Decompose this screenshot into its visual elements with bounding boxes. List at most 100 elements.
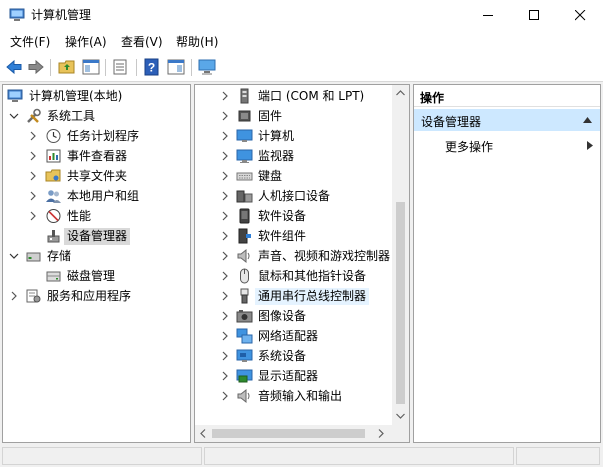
tree-storage[interactable]: 存储 bbox=[5, 246, 74, 266]
vertical-scroll-thumb[interactable] bbox=[396, 202, 405, 404]
scroll-up-arrow-icon[interactable] bbox=[396, 90, 405, 96]
monitor-scan-icon[interactable] bbox=[198, 58, 216, 76]
chevron-right-icon[interactable] bbox=[220, 151, 230, 161]
tree-services[interactable]: 服务和应用程序 bbox=[5, 286, 134, 306]
close-button[interactable] bbox=[557, 0, 603, 31]
chevron-right-icon[interactable] bbox=[28, 131, 38, 141]
chevron-down-icon[interactable] bbox=[9, 251, 19, 261]
tree-system-tools[interactable]: 系统工具 bbox=[5, 106, 98, 126]
toolbar-separator bbox=[50, 59, 51, 76]
tree-label: 事件查看器 bbox=[67, 148, 128, 163]
device-item-computer[interactable]: 计算机 bbox=[195, 126, 297, 146]
status-bar bbox=[0, 445, 603, 467]
tree-item-local-users[interactable]: 本地用户和组 bbox=[5, 186, 142, 206]
chevron-right-icon[interactable] bbox=[9, 291, 19, 301]
chevron-right-icon[interactable] bbox=[220, 231, 230, 241]
horizontal-scroll-thumb[interactable] bbox=[212, 429, 365, 438]
back-arrow-icon[interactable] bbox=[5, 58, 23, 76]
device-item-software-devices[interactable]: 软件设备 bbox=[195, 206, 309, 226]
device-item-network-adapters[interactable]: 网络适配器 bbox=[195, 326, 321, 346]
chevron-right-icon[interactable] bbox=[28, 191, 38, 201]
tree-item-disk-management[interactable]: 磁盘管理 bbox=[5, 266, 118, 286]
actions-section-label: 设备管理器 bbox=[421, 115, 482, 129]
device-item-keyboards[interactable]: 键盘 bbox=[195, 166, 285, 186]
vertical-scrollbar[interactable] bbox=[392, 85, 409, 425]
scroll-down-arrow-icon[interactable] bbox=[396, 413, 405, 419]
tree-label: 本地用户和组 bbox=[67, 188, 140, 203]
forward-arrow-icon[interactable] bbox=[27, 58, 45, 76]
chevron-right-icon[interactable] bbox=[220, 291, 230, 301]
menu-action[interactable]: 操作(A) bbox=[65, 35, 107, 50]
tree-root[interactable]: 计算机管理(本地) bbox=[5, 86, 125, 106]
show-hide-tree-icon[interactable] bbox=[82, 58, 100, 76]
chevron-down-icon[interactable] bbox=[9, 111, 19, 121]
tree-item-performance[interactable]: 性能 bbox=[5, 206, 94, 226]
chevron-right-icon[interactable] bbox=[28, 151, 38, 161]
help-icon[interactable]: ? bbox=[143, 58, 161, 76]
device-item-system-devices[interactable]: 系统设备 bbox=[195, 346, 309, 366]
device-list-pane[interactable]: 端口 (COM 和 LPT) 固件 计算机 监视器 键盘 人机接口设备 软件设备… bbox=[194, 84, 410, 443]
chevron-right-icon[interactable] bbox=[220, 271, 230, 281]
device-item-ports[interactable]: 端口 (COM 和 LPT) bbox=[195, 86, 367, 106]
chevron-right-icon[interactable] bbox=[220, 251, 230, 261]
chevron-right-icon[interactable] bbox=[220, 171, 230, 181]
maximize-icon bbox=[528, 10, 539, 20]
properties-icon[interactable] bbox=[111, 58, 129, 76]
network-adapter-icon bbox=[236, 328, 253, 344]
more-actions-item[interactable]: 更多操作 bbox=[445, 138, 493, 155]
more-actions-label: 更多操作 bbox=[445, 140, 494, 154]
submenu-arrow-icon[interactable] bbox=[587, 141, 593, 150]
chevron-right-icon[interactable] bbox=[220, 111, 230, 121]
device-item-display-adapters[interactable]: 显示适配器 bbox=[195, 366, 321, 386]
device-item-audio-io[interactable]: 音频输入和输出 bbox=[195, 386, 345, 406]
device-item-hid[interactable]: 人机接口设备 bbox=[195, 186, 333, 206]
scroll-corner bbox=[392, 425, 409, 442]
actions-section-device-manager[interactable]: 设备管理器 bbox=[414, 109, 600, 131]
device-item-sound-controllers[interactable]: 声音、视频和游戏控制器 bbox=[195, 246, 393, 266]
device-item-software-components[interactable]: 软件组件 bbox=[195, 226, 309, 246]
menu-help[interactable]: 帮助(H) bbox=[176, 35, 218, 50]
scroll-left-arrow-icon[interactable] bbox=[200, 429, 206, 438]
chevron-right-icon[interactable] bbox=[220, 131, 230, 141]
device-item-mice[interactable]: 鼠标和其他指针设备 bbox=[195, 266, 369, 286]
mouse-icon bbox=[240, 268, 249, 284]
chevron-right-icon[interactable] bbox=[220, 311, 230, 321]
device-label: 图像设备 bbox=[258, 308, 307, 323]
scroll-right-arrow-icon[interactable] bbox=[378, 429, 384, 438]
chevron-right-icon[interactable] bbox=[220, 351, 230, 361]
tree-item-device-manager[interactable]: 设备管理器 bbox=[5, 226, 131, 246]
device-item-imaging[interactable]: 图像设备 bbox=[195, 306, 309, 326]
device-item-monitors[interactable]: 监视器 bbox=[195, 146, 297, 166]
device-item-firmware[interactable]: 固件 bbox=[195, 106, 285, 126]
maximize-button[interactable] bbox=[511, 0, 557, 31]
console-tree-pane[interactable]: 计算机管理(本地) 系统工具 任务计划程序 事件查看器 共享文件夹 本地用户和组… bbox=[2, 84, 191, 443]
audio-icon bbox=[237, 388, 250, 404]
port-icon bbox=[240, 88, 249, 104]
action-pane-icon[interactable] bbox=[167, 58, 185, 76]
up-folder-icon[interactable] bbox=[58, 58, 76, 76]
menu-file[interactable]: 文件(F) bbox=[10, 35, 50, 50]
tree-item-event-viewer[interactable]: 事件查看器 bbox=[5, 146, 130, 166]
toolbar-separator bbox=[105, 59, 106, 76]
device-manager-icon bbox=[47, 230, 60, 243]
device-item-usb-controllers[interactable]: 通用串行总线控制器 bbox=[195, 286, 370, 306]
status-cell bbox=[204, 447, 514, 465]
chevron-right-icon[interactable] bbox=[220, 391, 230, 401]
tree-label: 服务和应用程序 bbox=[47, 288, 132, 303]
tree-item-shared-folders[interactable]: 共享文件夹 bbox=[5, 166, 130, 186]
chevron-right-icon[interactable] bbox=[220, 331, 230, 341]
menu-view[interactable]: 查看(V) bbox=[121, 35, 163, 50]
chevron-right-icon[interactable] bbox=[220, 371, 230, 381]
chevron-right-icon[interactable] bbox=[28, 171, 38, 181]
chevron-right-icon[interactable] bbox=[220, 91, 230, 101]
chevron-right-icon[interactable] bbox=[28, 211, 38, 221]
chevron-right-icon[interactable] bbox=[220, 191, 230, 201]
chevron-right-icon[interactable] bbox=[220, 211, 230, 221]
minimize-button[interactable] bbox=[465, 0, 511, 31]
tree-item-task-scheduler[interactable]: 任务计划程序 bbox=[5, 126, 142, 146]
horizontal-scrollbar[interactable] bbox=[195, 425, 392, 442]
device-label: 固件 bbox=[258, 108, 283, 123]
device-label: 音频输入和输出 bbox=[258, 388, 343, 403]
collapse-up-icon[interactable] bbox=[583, 117, 592, 123]
computer-management-icon bbox=[7, 89, 23, 102]
